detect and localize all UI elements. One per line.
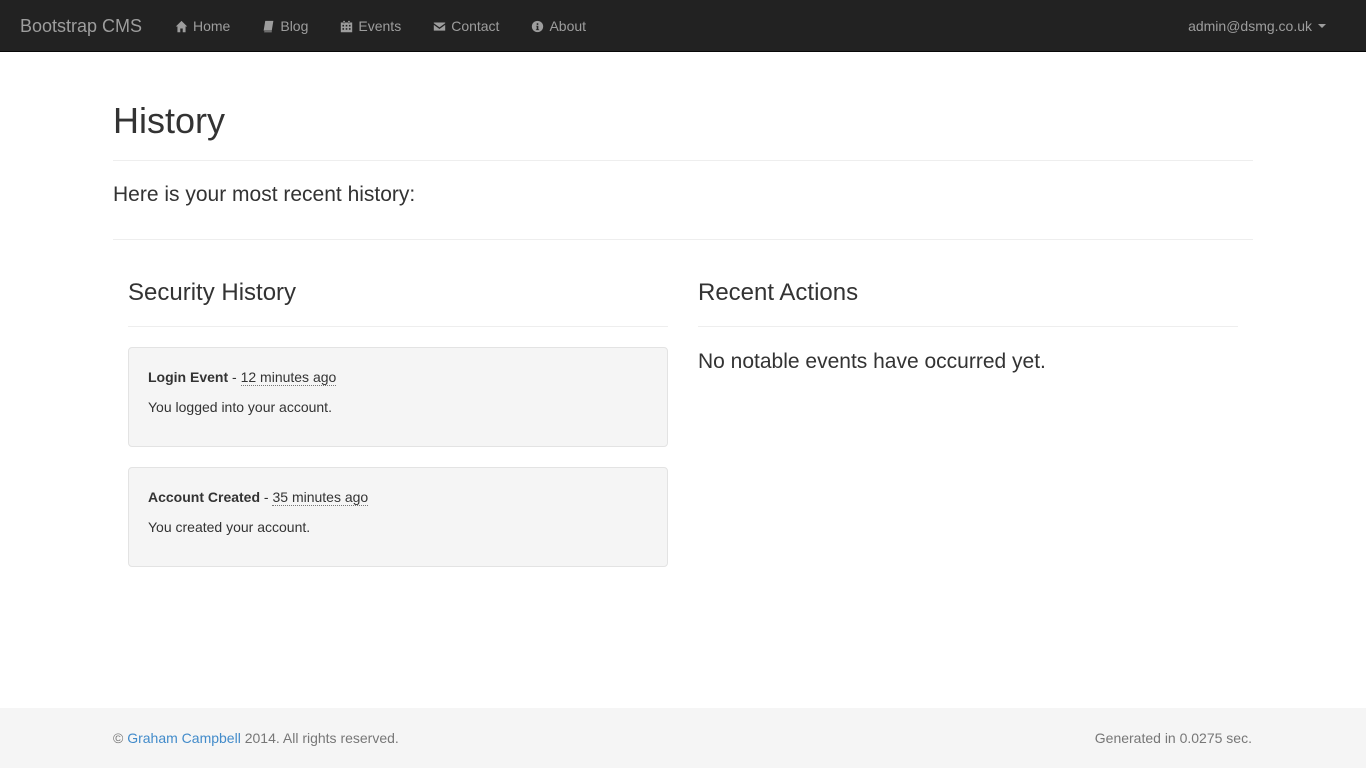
divider (113, 239, 1253, 240)
divider (113, 160, 1253, 161)
security-history-column: Security History Login Event - 12 minute… (113, 279, 683, 567)
recent-actions-column: Recent Actions No notable events have oc… (683, 279, 1253, 567)
event-time: 35 minutes ago (272, 489, 369, 506)
rights-text: 2014. All rights reserved. (244, 730, 399, 746)
book-icon (263, 20, 274, 32)
event-description: You logged into your account. (148, 399, 332, 415)
copyright-symbol: © (113, 730, 124, 746)
event-separator: - (260, 489, 273, 505)
security-history-title: Security History (128, 279, 297, 306)
nav-item-label: Contact (451, 18, 500, 34)
generation-time: Generated in 0.0275 sec. (1094, 730, 1252, 746)
envelope-icon (434, 21, 446, 31)
user-email: admin@dsmg.co.uk (1188, 18, 1312, 34)
nav-item-label: Blog (280, 18, 309, 34)
brand-link[interactable]: Bootstrap CMS (20, 0, 142, 52)
nav-item-contact[interactable]: Contact (417, 0, 515, 52)
divider (128, 326, 668, 327)
recent-actions-title: Recent Actions (698, 279, 859, 306)
nav-item-label: Home (193, 18, 231, 34)
nav-links: Home Blog Events Contact About (159, 0, 602, 52)
home-icon (175, 20, 188, 32)
event-header: Account Created - 35 minutes ago (148, 489, 648, 506)
footer: © Graham Campbell 2014. All rights reser… (0, 708, 1366, 768)
navbar: Bootstrap CMS Home Blog Events Contact A… (0, 0, 1366, 52)
page-title: History (113, 100, 226, 141)
event-name: Account Created (148, 489, 261, 505)
calendar-icon (341, 20, 353, 32)
history-event: Account Created - 35 minutes ago You cre… (128, 467, 668, 567)
author-link[interactable]: Graham Campbell (127, 730, 241, 746)
event-separator: - (228, 369, 241, 385)
footer-copyright: © Graham Campbell 2014. All rights reser… (113, 708, 399, 768)
nav-item-label: About (549, 18, 587, 34)
main-content: History Here is your most recent history… (113, 52, 1253, 567)
history-columns: Security History Login Event - 12 minute… (113, 279, 1253, 567)
nav-item-about[interactable]: About (515, 0, 602, 52)
user-menu-dropdown[interactable]: admin@dsmg.co.uk (1188, 0, 1326, 52)
empty-message: No notable events have occurred yet. (698, 350, 1046, 373)
nav-item-events[interactable]: Events (324, 0, 417, 52)
event-time: 12 minutes ago (240, 369, 337, 386)
lead-text: Here is your most recent history: (113, 183, 416, 206)
event-description: You created your account. (148, 519, 311, 535)
nav-item-home[interactable]: Home (159, 0, 246, 52)
history-event: Login Event - 12 minutes ago You logged … (128, 347, 668, 447)
nav-item-blog[interactable]: Blog (246, 0, 324, 52)
event-name: Login Event (148, 369, 229, 385)
nav-item-label: Events (358, 18, 402, 34)
info-icon (532, 20, 544, 32)
divider (698, 326, 1238, 327)
caret-down-icon (1318, 24, 1326, 28)
event-header: Login Event - 12 minutes ago (148, 369, 648, 386)
